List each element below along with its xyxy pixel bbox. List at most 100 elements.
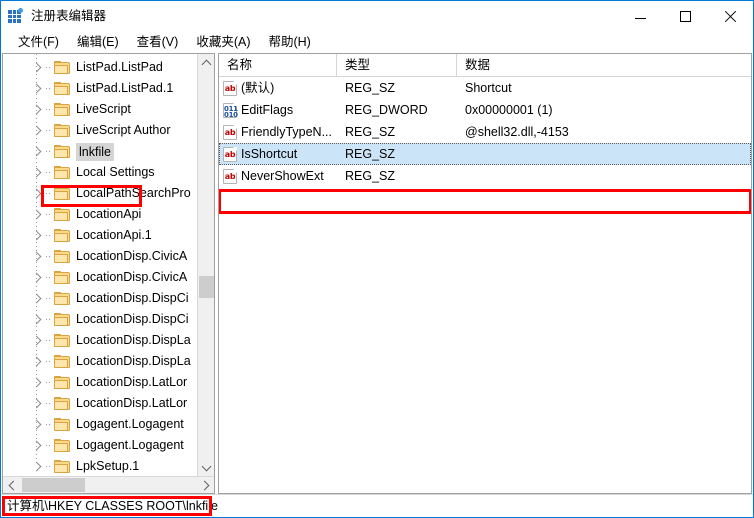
- tree-item[interactable]: LocationDisp.CivicA: [29, 246, 198, 267]
- expand-arrow-icon[interactable]: [29, 207, 45, 223]
- tree-item-label: ListPad.ListPad.1: [76, 81, 174, 95]
- scroll-up-icon[interactable]: [198, 54, 214, 71]
- tree-connector-icon: [45, 186, 54, 202]
- tree-vscroll-thumb[interactable]: [199, 276, 214, 298]
- close-button[interactable]: [708, 1, 753, 31]
- expand-arrow-icon[interactable]: [29, 81, 45, 97]
- folder-icon: [54, 459, 71, 474]
- tree-item[interactable]: LocationApi.1: [29, 225, 198, 246]
- value-type-cell: REG_SZ: [345, 125, 396, 139]
- tree-item[interactable]: Local Settings: [29, 162, 198, 183]
- tree-item[interactable]: LiveScript Author: [29, 120, 198, 141]
- tree-vertical-scrollbar[interactable]: [197, 54, 214, 476]
- menu-favorites[interactable]: 收藏夹(A): [187, 31, 259, 53]
- tree-item[interactable]: LocationDisp.DispLa: [29, 330, 198, 351]
- tree-connector-icon: [45, 165, 54, 181]
- registry-values-panel[interactable]: 名称 类型 数据 ab (默认) REG_SZ Shortcut 011 010 EditF…: [218, 53, 752, 494]
- tree-item[interactable]: Logagent.Logagent: [29, 414, 198, 435]
- tree-item[interactable]: LocationDisp.DispCi: [29, 288, 198, 309]
- expand-arrow-icon[interactable]: [29, 186, 45, 202]
- column-header-data[interactable]: 数据: [457, 54, 751, 76]
- expand-arrow-icon[interactable]: [29, 228, 45, 244]
- registry-values-list: ab (默认) REG_SZ Shortcut 011 010 EditFlags REG_D…: [219, 77, 751, 187]
- registry-tree-panel[interactable]: ListPad.ListPad ListPad.ListPad.1 LiveScri…: [2, 53, 215, 494]
- tree-connector-icon: [45, 144, 54, 160]
- column-header-type[interactable]: 类型: [337, 54, 457, 76]
- expand-arrow-icon[interactable]: [29, 354, 45, 370]
- menu-view[interactable]: 查看(V): [128, 31, 188, 53]
- folder-icon: [54, 144, 71, 159]
- expand-arrow-icon[interactable]: [29, 291, 45, 307]
- folder-icon: [54, 291, 71, 306]
- string-value-icon: ab: [223, 124, 237, 140]
- expand-arrow-icon[interactable]: [29, 417, 45, 433]
- expand-arrow-icon[interactable]: [29, 312, 45, 328]
- scroll-right-icon[interactable]: [197, 477, 214, 493]
- tree-item[interactable]: LocationApi: [29, 204, 198, 225]
- tree-item[interactable]: LpkSetup.1: [29, 456, 198, 476]
- tree-item[interactable]: LocationDisp.DispLa: [29, 351, 198, 372]
- folder-icon: [54, 165, 71, 180]
- folder-icon: [54, 186, 71, 201]
- expand-arrow-icon[interactable]: [29, 60, 45, 76]
- expand-arrow-icon[interactable]: [29, 333, 45, 349]
- tree-item[interactable]: ListPad.ListPad.1: [29, 78, 198, 99]
- tree-connector-icon: [45, 249, 54, 265]
- value-type-cell: REG_SZ: [345, 81, 396, 95]
- registry-value-row[interactable]: ab IsShortcut REG_SZ: [219, 143, 751, 165]
- expand-arrow-icon[interactable]: [29, 165, 45, 181]
- expand-arrow-icon[interactable]: [29, 102, 45, 118]
- tree-item-label: LocationDisp.DispLa: [76, 354, 191, 368]
- tree-item[interactable]: LiveScript: [29, 99, 198, 120]
- expand-arrow-icon[interactable]: [29, 375, 45, 391]
- tree-item-label: ListPad.ListPad: [76, 60, 163, 74]
- tree-item[interactable]: Logagent.Logagent: [29, 435, 198, 456]
- tree-item[interactable]: LocalPathSearchPro: [29, 183, 198, 204]
- value-type-cell: REG_SZ: [345, 169, 396, 183]
- expand-arrow-icon[interactable]: [29, 144, 45, 160]
- scroll-down-icon[interactable]: [198, 459, 214, 476]
- expand-arrow-icon[interactable]: [29, 459, 45, 475]
- folder-icon: [54, 312, 71, 327]
- tree-item-label: LiveScript Author: [76, 123, 171, 137]
- string-value-icon: ab: [223, 146, 237, 162]
- column-header-name[interactable]: 名称: [219, 54, 337, 76]
- folder-icon: [54, 438, 71, 453]
- menu-edit[interactable]: 编辑(E): [68, 31, 128, 53]
- tree-item[interactable]: LocationDisp.LatLor: [29, 372, 198, 393]
- tree-connector-icon: [45, 207, 54, 223]
- registry-value-row[interactable]: ab FriendlyTypeN... REG_SZ @shell32.dll,-41…: [219, 121, 751, 143]
- registry-value-row[interactable]: 011 010 EditFlags REG_DWORD 0x00000001 (1): [219, 99, 751, 121]
- tree-horizontal-scrollbar[interactable]: [3, 476, 214, 493]
- tree-connector-icon: [45, 228, 54, 244]
- value-data-cell: 0x00000001 (1): [465, 103, 553, 117]
- tree-hscroll-thumb[interactable]: [22, 478, 85, 492]
- tree-connector-icon: [45, 459, 54, 475]
- expand-arrow-icon[interactable]: [29, 270, 45, 286]
- tree-item[interactable]: LocationDisp.LatLor: [29, 393, 198, 414]
- expand-arrow-icon[interactable]: [29, 396, 45, 412]
- folder-icon: [54, 396, 71, 411]
- tree-connector-icon: [45, 102, 54, 118]
- expand-arrow-icon[interactable]: [29, 438, 45, 454]
- tree-item[interactable]: ListPad.ListPad: [29, 57, 198, 78]
- minimize-button[interactable]: [618, 1, 663, 31]
- maximize-button[interactable]: [663, 1, 708, 31]
- tree-item[interactable]: LocationDisp.DispCi: [29, 309, 198, 330]
- menu-help[interactable]: 帮助(H): [259, 31, 319, 53]
- tree-connector-icon: [45, 312, 54, 328]
- expand-arrow-icon[interactable]: [29, 249, 45, 265]
- menu-file[interactable]: 文件(F): [9, 31, 68, 53]
- tree-item[interactable]: LocationDisp.CivicA: [29, 267, 198, 288]
- tree-item-label: Local Settings: [76, 165, 155, 179]
- scroll-left-icon[interactable]: [3, 477, 20, 493]
- registry-value-row[interactable]: ab NeverShowExt REG_SZ: [219, 165, 751, 187]
- tree-item-label: LocationDisp.DispCi: [76, 291, 189, 305]
- content-area: ListPad.ListPad ListPad.ListPad.1 LiveScri…: [1, 53, 753, 494]
- tree-item[interactable]: lnkfile: [29, 141, 198, 162]
- registry-value-row[interactable]: ab (默认) REG_SZ Shortcut: [219, 77, 751, 99]
- window-title: 注册表编辑器: [31, 9, 107, 23]
- value-name-cell: ab FriendlyTypeN...: [219, 121, 337, 143]
- tree-item-label: LocationDisp.LatLor: [76, 375, 188, 389]
- expand-arrow-icon[interactable]: [29, 123, 45, 139]
